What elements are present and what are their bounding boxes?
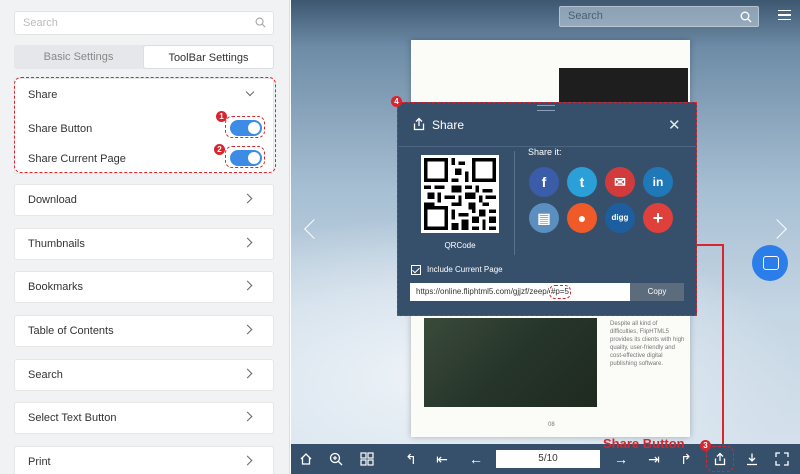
sidebar-item-label: Select Text Button	[28, 412, 117, 424]
sidebar-item-bookmarks[interactable]: Bookmarks	[14, 271, 274, 303]
reddit-share-button[interactable]: ●	[567, 203, 597, 233]
linkedin-icon: in	[652, 175, 664, 189]
facebook-share-button[interactable]: f	[529, 167, 559, 197]
sidebar-item-label: Search	[28, 369, 63, 381]
settings-search-input[interactable]: Search	[14, 11, 274, 35]
annotation-badge-3: 3	[700, 440, 711, 451]
settings-tabs: Basic Settings ToolBar Settings	[14, 45, 274, 69]
book-photo-sweater	[424, 318, 597, 407]
annotation-badge-4: 4	[391, 96, 402, 107]
book-body-text: Despite all kind of difficulties, FlipHT…	[610, 321, 685, 367]
annotation-badge-2: 2	[214, 144, 225, 155]
forward-icon[interactable]: ↱	[677, 451, 695, 467]
menu-icon[interactable]	[778, 10, 791, 20]
zoom-in-icon[interactable]	[329, 452, 343, 466]
previous-page-icon[interactable]: ←	[467, 451, 485, 467]
sidebar-item-table-of-contents[interactable]: Table of Contents	[14, 315, 274, 347]
qr-code-label: QRCode	[444, 241, 476, 250]
chevron-right-icon	[242, 237, 253, 248]
more-share-button[interactable]: +	[643, 203, 673, 233]
sidebar-item-label: Bookmarks	[28, 281, 84, 293]
sidebar-item-select-text-button[interactable]: Select Text Button	[14, 402, 274, 434]
sidebar-item-thumbnails[interactable]: Thumbnails	[14, 228, 274, 260]
page-number-input[interactable]: 5/10	[496, 450, 600, 468]
include-current-page-label: Include Current Page	[427, 265, 503, 275]
viewer-search-input[interactable]: Search	[559, 6, 759, 27]
twitter-share-button[interactable]: t	[567, 167, 597, 197]
qr-code-image	[424, 158, 496, 230]
chat-button[interactable]	[752, 245, 788, 281]
close-icon[interactable]: ✕	[668, 116, 681, 134]
settings-search-placeholder: Search	[23, 17, 58, 29]
download-icon[interactable]	[745, 452, 759, 466]
chevron-right-icon	[242, 411, 253, 422]
last-page-icon[interactable]: ⇥	[645, 451, 663, 467]
tab-toolbar-settings[interactable]: ToolBar Settings	[143, 45, 274, 69]
share-url-text: https://online.fliphtml5.com/gjjzf/zeep/	[416, 287, 549, 296]
chevron-right-icon	[242, 324, 253, 335]
share-url-hash: #p=5	[548, 285, 571, 299]
copy-button[interactable]: Copy	[630, 283, 684, 301]
include-current-page-checkbox[interactable]: Include Current Page	[411, 265, 503, 275]
annotation-connector	[697, 244, 723, 246]
checkbox-checked-icon[interactable]	[411, 265, 421, 275]
share-dialog: Share ✕ QRCode Share it: f t ✉ in ▤ ● di…	[397, 102, 697, 316]
linkedin-share-button[interactable]: in	[643, 167, 673, 197]
more-share-icon: +	[652, 208, 664, 228]
sidebar-item-label: Download	[28, 194, 77, 206]
tab-basic-settings[interactable]: Basic Settings	[14, 45, 143, 69]
chevron-right-icon	[242, 193, 253, 204]
share-url-field[interactable]: https://online.fliphtml5.com/gjjzf/zeep/…	[410, 283, 630, 301]
book-page-number: 08	[548, 422, 555, 428]
share-it-label: Share it:	[528, 147, 562, 157]
first-page-icon[interactable]: ⇤	[433, 451, 451, 467]
settings-panel: Search Basic Settings ToolBar Settings S…	[0, 0, 290, 474]
back-icon[interactable]: ↰	[402, 451, 420, 467]
email-icon: ✉	[614, 174, 626, 190]
chevron-right-icon	[242, 455, 253, 466]
blogger-icon: ▤	[537, 210, 551, 226]
toggle-highlight-1	[225, 116, 265, 138]
sidebar-item-search[interactable]: Search	[14, 359, 274, 391]
sidebar-item-print[interactable]: Print	[14, 446, 274, 474]
chevron-right-icon	[242, 280, 253, 291]
search-icon	[740, 11, 752, 23]
fullscreen-icon[interactable]	[775, 452, 789, 466]
viewer-search-placeholder: Search	[568, 10, 603, 22]
annotation-connector	[722, 244, 724, 449]
reddit-icon: ●	[577, 210, 587, 226]
sidebar-item-label: Print	[28, 456, 51, 468]
search-icon	[255, 17, 266, 28]
share-button-highlight	[706, 446, 734, 472]
email-share-button[interactable]: ✉	[605, 167, 635, 197]
sidebar-item-download[interactable]: Download	[14, 184, 274, 216]
chevron-right-icon	[242, 368, 253, 379]
thumbnails-grid-icon[interactable]	[360, 452, 374, 466]
sidebar-item-label: Table of Contents	[28, 325, 114, 337]
home-icon[interactable]	[299, 452, 313, 466]
sidebar-item-label: Thumbnails	[28, 238, 85, 250]
share-icon	[413, 117, 425, 131]
facebook-icon: f	[541, 174, 547, 190]
digg-share-button[interactable]: digg	[605, 203, 635, 233]
digg-icon: digg	[611, 213, 629, 222]
blogger-share-button[interactable]: ▤	[529, 203, 559, 233]
drag-handle-icon[interactable]	[537, 105, 555, 111]
toggle-highlight-2	[225, 146, 265, 168]
next-page-icon[interactable]: →	[612, 451, 630, 467]
twitter-icon: t	[579, 174, 585, 190]
flipbook-preview: Search Despite all kind of difficulties,…	[291, 0, 800, 474]
share-dialog-title: Share	[432, 118, 465, 132]
share-dialog-header: Share ✕	[398, 103, 696, 147]
annotation-badge-1: 1	[216, 111, 227, 122]
qr-code	[421, 155, 499, 233]
share-button-callout: Share Button	[603, 436, 685, 451]
divider	[514, 151, 515, 255]
